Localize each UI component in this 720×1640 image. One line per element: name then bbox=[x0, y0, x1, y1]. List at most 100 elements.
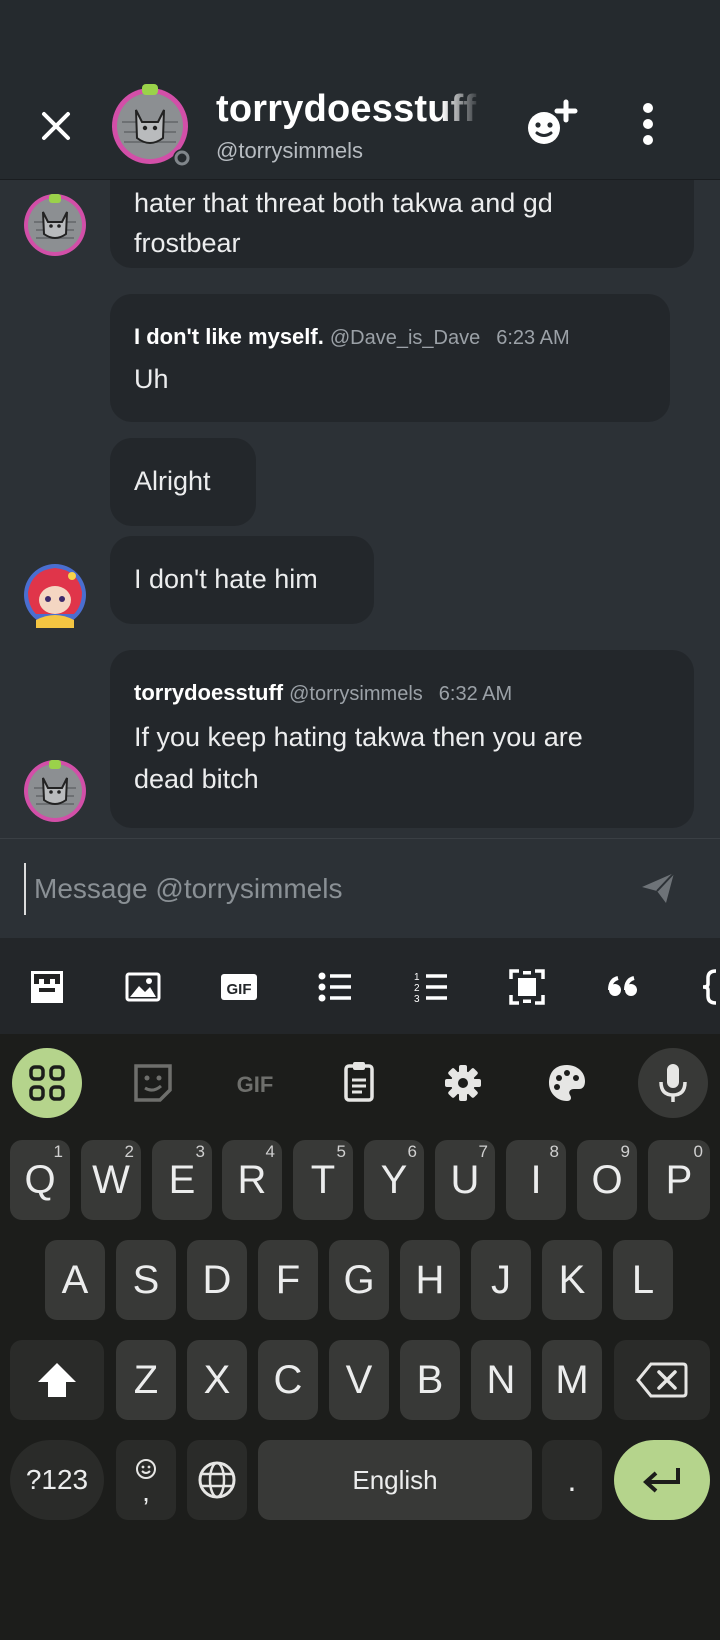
avatar[interactable] bbox=[22, 758, 88, 824]
gif-keyboard-button[interactable]: GIF bbox=[220, 1048, 290, 1118]
send-button[interactable] bbox=[640, 869, 676, 905]
message-author[interactable]: I don't like myself. bbox=[134, 324, 324, 349]
message-bubble[interactable]: hater that threat both takwa and gd fros… bbox=[110, 180, 694, 268]
quote-icon bbox=[608, 976, 637, 996]
key-hint: 5 bbox=[336, 1142, 346, 1161]
backspace-key[interactable] bbox=[614, 1340, 710, 1420]
comma-label: , bbox=[142, 1476, 150, 1507]
message-bubble[interactable]: Alright bbox=[110, 438, 256, 526]
message-bubble[interactable]: torrydoesstuff @torrysimmels 6:32 AM If yo… bbox=[110, 650, 694, 828]
apps-grid-icon bbox=[29, 1065, 65, 1101]
key-c[interactable]: C bbox=[258, 1340, 318, 1420]
numbered-list-button[interactable]: 1 2 3 bbox=[412, 968, 450, 1006]
settings-icon bbox=[445, 1065, 481, 1101]
key-b[interactable]: B bbox=[400, 1340, 460, 1420]
message-text: hater that threat both takwa and gd bbox=[134, 188, 553, 218]
code-icon bbox=[702, 969, 717, 1005]
key-k[interactable]: K bbox=[542, 1240, 602, 1320]
message-list[interactable]: hater that threat both takwa and gd fros… bbox=[0, 180, 720, 838]
avatar[interactable] bbox=[22, 562, 88, 628]
image-button[interactable] bbox=[124, 968, 162, 1006]
gif-button[interactable]: GIF bbox=[220, 968, 258, 1006]
spoiler-button[interactable] bbox=[508, 968, 546, 1006]
status-bar bbox=[0, 0, 720, 72]
sticker-icon bbox=[134, 1064, 172, 1102]
avatar[interactable] bbox=[22, 192, 88, 258]
header-avatar[interactable] bbox=[110, 82, 194, 167]
message-text: frostbear bbox=[134, 228, 241, 258]
symbols-key[interactable]: ?123 bbox=[10, 1440, 104, 1520]
theme-button[interactable] bbox=[532, 1048, 602, 1118]
clipboard-icon bbox=[344, 1062, 374, 1102]
key-hint: 9 bbox=[620, 1142, 630, 1161]
bullet-list-button[interactable] bbox=[316, 968, 354, 1006]
more-vertical-icon bbox=[643, 103, 653, 145]
key-hint: 8 bbox=[549, 1142, 559, 1161]
more-options-button[interactable] bbox=[636, 102, 660, 148]
key-e[interactable]: E3 bbox=[152, 1140, 212, 1220]
key-m[interactable]: M bbox=[542, 1340, 602, 1420]
key-label: O bbox=[591, 1157, 623, 1202]
key-n[interactable]: N bbox=[471, 1340, 531, 1420]
message-text: Uh bbox=[134, 364, 169, 394]
emoji-comma-key[interactable]: , bbox=[116, 1440, 176, 1520]
shift-key[interactable] bbox=[10, 1340, 104, 1420]
language-key[interactable] bbox=[187, 1440, 247, 1520]
space-key[interactable]: English bbox=[258, 1440, 532, 1520]
quote-button[interactable] bbox=[604, 968, 642, 1006]
key-s[interactable]: S bbox=[116, 1240, 176, 1320]
gif-icon: GIF bbox=[237, 1072, 274, 1097]
key-x[interactable]: X bbox=[187, 1340, 247, 1420]
key-q[interactable]: Q1 bbox=[10, 1140, 70, 1220]
key-p[interactable]: P0 bbox=[648, 1140, 710, 1220]
key-hint: 0 bbox=[693, 1142, 703, 1161]
message-bubble[interactable]: I don't like myself. @Dave_is_Dave 6:23 AM… bbox=[110, 294, 670, 422]
close-button[interactable] bbox=[36, 106, 76, 146]
globe-icon bbox=[198, 1461, 236, 1499]
sticker-button[interactable] bbox=[118, 1048, 188, 1118]
period-key[interactable]: . bbox=[542, 1440, 602, 1520]
key-h[interactable]: H bbox=[400, 1240, 460, 1320]
bullet-list-icon bbox=[318, 972, 351, 1002]
message-bubble[interactable]: I don't hate him bbox=[110, 536, 374, 624]
key-hint: 3 bbox=[195, 1142, 205, 1161]
clipboard-button[interactable] bbox=[324, 1048, 394, 1118]
key-hint: 6 bbox=[407, 1142, 417, 1161]
message-text: If you keep hating takwa then you are bbox=[134, 722, 583, 752]
message-input[interactable] bbox=[24, 863, 624, 915]
message-meta: I don't like myself. @Dave_is_Dave 6:23 AM bbox=[134, 324, 570, 350]
emoji-panel-button[interactable] bbox=[28, 968, 66, 1006]
key-label: R bbox=[237, 1157, 267, 1202]
key-label: I bbox=[530, 1157, 542, 1202]
username: @torrysimmels bbox=[216, 138, 363, 163]
key-y[interactable]: Y6 bbox=[364, 1140, 424, 1220]
send-icon bbox=[642, 872, 675, 903]
message-text: dead bitch bbox=[134, 764, 259, 794]
key-j[interactable]: J bbox=[471, 1240, 531, 1320]
key-d[interactable]: D bbox=[187, 1240, 247, 1320]
message-meta: torrydoesstuff @torrysimmels 6:32 AM bbox=[134, 680, 512, 706]
key-hint: 1 bbox=[53, 1142, 63, 1161]
key-i[interactable]: I8 bbox=[506, 1140, 566, 1220]
key-u[interactable]: U7 bbox=[435, 1140, 495, 1220]
key-v[interactable]: V bbox=[329, 1340, 389, 1420]
message-time: 6:23 AM bbox=[496, 327, 570, 349]
key-t[interactable]: T5 bbox=[293, 1140, 353, 1220]
add-friend-button[interactable] bbox=[524, 98, 580, 150]
message-composer bbox=[0, 838, 720, 938]
key-l[interactable]: L bbox=[613, 1240, 673, 1320]
enter-key[interactable] bbox=[614, 1440, 710, 1520]
keyboard-settings-button[interactable] bbox=[428, 1048, 498, 1118]
voice-input-button[interactable] bbox=[638, 1048, 708, 1118]
apps-grid-button[interactable] bbox=[12, 1048, 82, 1118]
key-o[interactable]: O9 bbox=[577, 1140, 637, 1220]
key-z[interactable]: Z bbox=[116, 1340, 176, 1420]
key-r[interactable]: R4 bbox=[222, 1140, 282, 1220]
key-f[interactable]: F bbox=[258, 1240, 318, 1320]
key-a[interactable]: A bbox=[45, 1240, 105, 1320]
key-g[interactable]: G bbox=[329, 1240, 389, 1320]
message-author[interactable]: torrydoesstuff bbox=[134, 680, 283, 705]
microphone-icon bbox=[659, 1064, 687, 1102]
key-w[interactable]: W2 bbox=[81, 1140, 141, 1220]
code-button[interactable] bbox=[700, 968, 720, 1006]
